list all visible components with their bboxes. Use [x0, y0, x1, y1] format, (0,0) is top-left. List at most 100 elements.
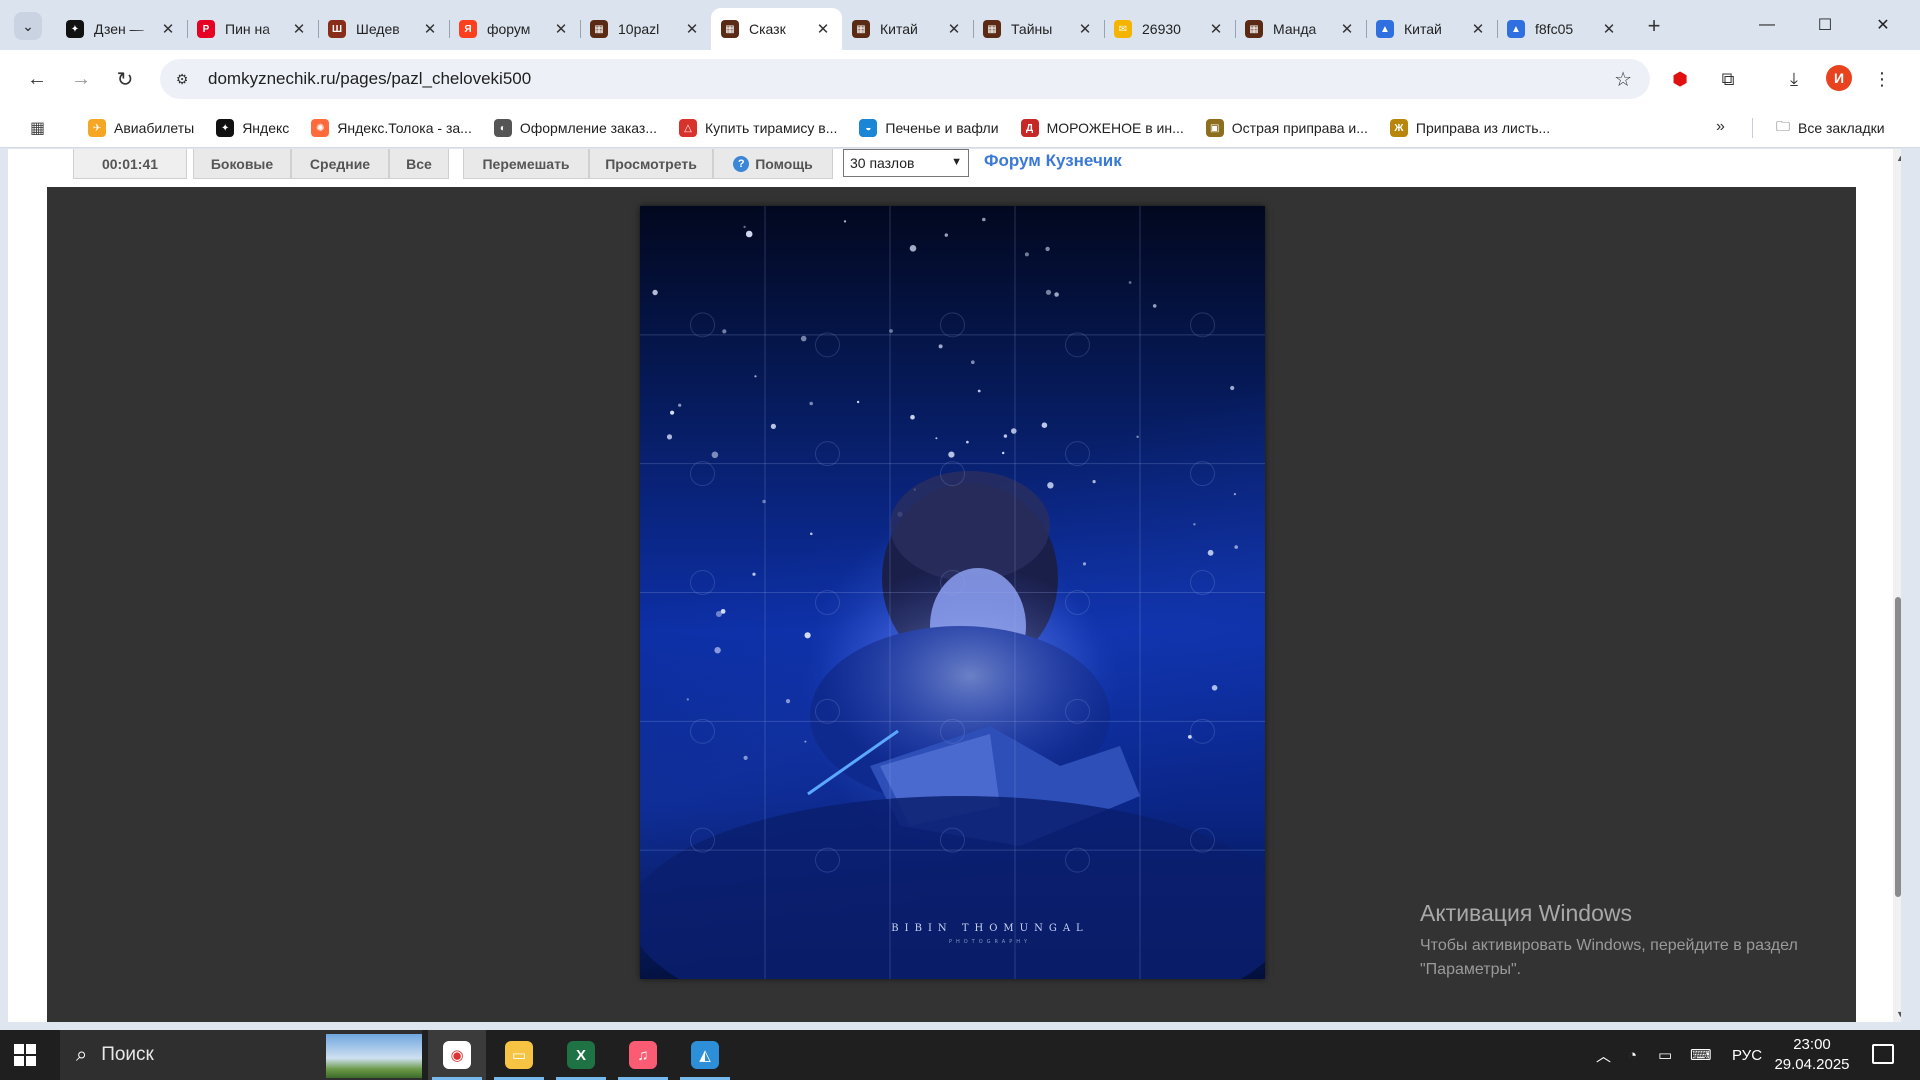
forward-button[interactable]: → — [66, 64, 96, 94]
star-dot — [1136, 435, 1139, 438]
taskbar-app-2[interactable]: X — [552, 1030, 610, 1080]
tab-9[interactable]: ▦ Манда ✕ — [1235, 12, 1366, 46]
all-bookmarks-button[interactable]: 🗀 Все закладки — [1776, 108, 1885, 148]
tab-0[interactable]: ✦ Дзен — ✕ — [56, 12, 187, 46]
site-info-button[interactable]: ⚙ — [166, 63, 198, 95]
show-hidden-icons[interactable]: ︿ — [1596, 1030, 1611, 1080]
filter-edges-button[interactable]: Боковые — [193, 149, 291, 179]
bookmark-item[interactable]: Д МОРОЖЕНОЕ в ин... — [1020, 119, 1184, 137]
tab-3[interactable]: Яфорум ✕ — [449, 12, 580, 46]
bookmark-item[interactable]: Ж Приправа из листь... — [1389, 119, 1550, 137]
bookmark-star-icon[interactable]: ☆ — [1614, 67, 1632, 92]
scroll-up-icon[interactable]: ▲ — [1896, 153, 1901, 163]
star-dot — [971, 360, 975, 364]
pinterest-icon: P — [197, 20, 215, 38]
tab-1[interactable]: P Пин на ✕ — [187, 12, 318, 46]
tab-6[interactable]: ▦ Китай ✕ — [842, 12, 973, 46]
pieces-count-select[interactable]: 30 пазлов ▼ — [843, 149, 969, 177]
close-icon[interactable]: ✕ — [1338, 20, 1356, 38]
site-icon: ▦ — [721, 20, 739, 38]
tab-search-button[interactable]: ⌄ — [14, 12, 42, 40]
close-icon[interactable]: ✕ — [159, 20, 177, 38]
battery-icon[interactable]: ▭ — [1658, 1030, 1672, 1080]
language-indicator[interactable]: РУС — [1732, 1030, 1762, 1080]
minimize-button[interactable]: — — [1744, 8, 1790, 42]
network-icon[interactable]: ◔ — [1628, 1030, 1637, 1080]
star-dot — [720, 609, 726, 614]
tab-8[interactable]: ✉ 26930 ✕ — [1104, 12, 1235, 46]
new-tab-button[interactable]: + — [1640, 12, 1668, 40]
scroll-down-icon[interactable]: ▼ — [1896, 1009, 1901, 1019]
keyboard-icon[interactable]: ⌨ — [1690, 1030, 1712, 1080]
chevron-double-right-icon[interactable]: » — [1716, 118, 1725, 136]
star-dot — [1128, 281, 1132, 284]
tab-title: Дзен — — [94, 21, 144, 37]
scrollbar-thumb[interactable] — [1895, 597, 1901, 897]
bookmark-item[interactable]: ▣ Острая приправа и... — [1205, 119, 1368, 137]
tab-5[interactable]: ▦ Сказк ✕ — [711, 8, 842, 50]
reload-button[interactable]: ↻ — [110, 64, 140, 94]
system-clock[interactable]: 23:00 29.04.2025 — [1764, 1035, 1860, 1075]
address-bar[interactable]: ⚙ domkyznechik.ru/pages/pazl_cheloveki50… — [160, 59, 1650, 99]
close-icon[interactable]: ✕ — [945, 20, 963, 38]
apps-grid-icon[interactable]: ▦ — [30, 118, 45, 138]
maximize-button[interactable]: ☐ — [1802, 8, 1848, 42]
download-icon[interactable]: ⤓ — [1780, 65, 1808, 93]
taskbar-app-3[interactable]: ♫ — [614, 1030, 672, 1080]
star-dot — [800, 335, 807, 342]
star-dot — [1054, 292, 1059, 297]
preview-button[interactable]: Просмотреть — [589, 149, 713, 179]
star-dot — [1003, 434, 1008, 438]
bookmark-favicon-icon: ✦ — [216, 119, 235, 137]
star-dot — [1152, 304, 1157, 308]
search-icon: ⌕ — [76, 1043, 88, 1066]
adblock-icon[interactable]: ⬢ — [1666, 65, 1694, 93]
close-icon[interactable]: ✕ — [1076, 20, 1094, 38]
tab-4[interactable]: ▦ 10pazl ✕ — [580, 12, 711, 46]
tab-7[interactable]: ▦ Тайны ✕ — [973, 12, 1104, 46]
puzzle-image[interactable]: BIBIN THOMUNGAL PHOTOGRAPHY — [640, 206, 1265, 979]
bookmark-item[interactable]: △ Купить тирамису в... — [679, 119, 837, 137]
filter-all-button[interactable]: Все — [389, 149, 449, 179]
tab-11[interactable]: ▲ f8fc05 ✕ — [1497, 12, 1628, 46]
close-icon[interactable]: ✕ — [1469, 20, 1487, 38]
filter-middle-button[interactable]: Средние — [291, 149, 389, 179]
close-icon[interactable]: ✕ — [290, 20, 308, 38]
close-icon[interactable]: ✕ — [814, 20, 832, 38]
tab-2[interactable]: Ш Шедев ✕ — [318, 12, 449, 46]
maximize-icon: ☐ — [1817, 17, 1833, 34]
close-icon[interactable]: ✕ — [552, 20, 570, 38]
url-text[interactable]: domkyznechik.ru/pages/pazl_cheloveki500 — [208, 69, 531, 89]
star-dot — [910, 414, 915, 420]
star-dot — [944, 233, 948, 237]
notifications-icon[interactable] — [1872, 1044, 1894, 1064]
close-icon[interactable]: ✕ — [1600, 20, 1618, 38]
close-window-button[interactable]: ✕ — [1860, 8, 1906, 42]
close-icon[interactable]: ✕ — [1207, 20, 1225, 38]
taskbar-search[interactable]: ⌕ Поиск — [60, 1030, 422, 1080]
taskbar-app-0[interactable]: ◉ — [428, 1030, 486, 1080]
profile-avatar[interactable]: И — [1826, 65, 1852, 91]
extensions-icon[interactable]: ⧉ — [1714, 65, 1742, 93]
close-icon[interactable]: ✕ — [421, 20, 439, 38]
dzen-icon: ✦ — [66, 20, 84, 38]
tab-10[interactable]: ▲ Китай ✕ — [1366, 12, 1497, 46]
excel-icon: X — [567, 1041, 595, 1069]
back-button[interactable]: ← — [22, 64, 52, 94]
forum-link[interactable]: Форум Кузнечик — [984, 151, 1122, 171]
help-button[interactable]: ? Помощь — [713, 149, 833, 179]
windows-start-icon[interactable] — [14, 1044, 36, 1066]
taskbar-app-1[interactable]: ▭ — [490, 1030, 548, 1080]
close-icon[interactable]: ✕ — [683, 20, 701, 38]
shuffle-button[interactable]: Перемешать — [463, 149, 589, 179]
bookmark-item[interactable]: ◐ Оформление заказ... — [493, 119, 657, 137]
menu-dots-icon[interactable]: ⋮ — [1868, 65, 1896, 93]
star-dot — [982, 217, 986, 222]
search-label: Поиск — [101, 1044, 154, 1065]
timer-display: 00:01:41 — [73, 149, 187, 179]
bookmark-item[interactable]: ✺ Яндекс.Толока - за... — [311, 119, 472, 137]
bookmark-item[interactable]: ✦ Яндекс — [216, 119, 289, 137]
taskbar-app-4[interactable]: ◭ — [676, 1030, 734, 1080]
bookmark-item[interactable]: ✈ Авиабилеты — [88, 119, 194, 137]
bookmark-item[interactable]: ◒ Печенье и вафли — [859, 119, 999, 137]
